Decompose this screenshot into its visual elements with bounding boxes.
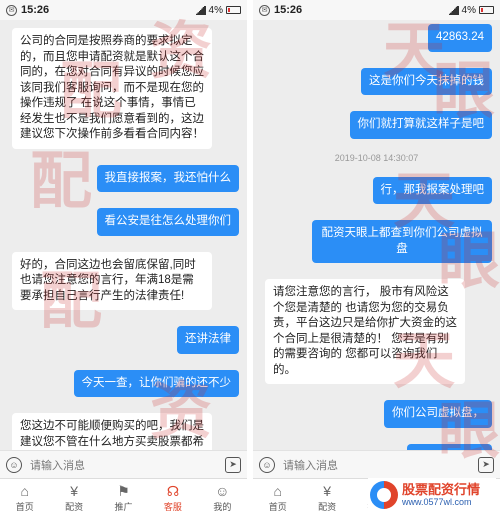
tab-label: 配资	[318, 501, 337, 512]
home-icon: ⌂	[273, 482, 282, 499]
chat-area[interactable]: 公司的合同是按照券商的要求拟定的，而且您申请配资就是默认这个合同的，在您对合同有…	[0, 20, 247, 450]
logo-url: www.0577wl.com	[402, 497, 472, 507]
input-bar: ☺ 请输入消息 ➤	[253, 450, 500, 478]
message-timestamp: 2019-10-08 14:30:07	[334, 152, 419, 163]
message-input[interactable]: 请输入消息	[30, 457, 217, 473]
emoji-icon[interactable]: ☺	[259, 456, 275, 473]
sent-message-bubble[interactable]: 我直接报案，我还怕什么	[96, 164, 239, 192]
sent-message-bubble[interactable]: 你们公司虚拟盘，	[384, 400, 492, 428]
send-icon[interactable]: ➤	[478, 456, 494, 473]
status-bar: ✉ 15:26 4%	[253, 0, 500, 20]
tab-label: 首页	[268, 501, 287, 512]
received-message-bubble[interactable]: 公司的合同是按照券商的要求拟定的，而且您申请配资就是默认这个合同的，在您对合同有…	[12, 28, 212, 149]
status-right: 4%	[446, 4, 494, 16]
money-icon: ¥	[70, 482, 78, 499]
tab-money[interactable]: ¥ 配资	[49, 479, 98, 516]
sent-message-bubble[interactable]: 这是你们今天抹掉的钱	[361, 67, 492, 95]
received-message-bubble[interactable]: 您这边不可能顺便购买的吧，我们是建议您不管在什么地方买卖股票都希望您可以看下相应…	[12, 413, 212, 450]
tab-headset[interactable]: ☊ 客服	[148, 479, 197, 516]
tab-promo[interactable]: ⚑ 推广	[99, 479, 148, 516]
input-bar: ☺ 请输入消息 ➤	[0, 450, 247, 478]
status-time: 15:26	[274, 4, 303, 16]
tab-label: 首页	[15, 501, 34, 512]
status-time: 15:26	[21, 4, 50, 16]
tab-user[interactable]: ☺ 我的	[198, 479, 247, 516]
battery-icon	[226, 6, 241, 14]
send-icon[interactable]: ➤	[225, 456, 241, 473]
tab-home[interactable]: ⌂ 首页	[0, 479, 49, 516]
message-input[interactable]: 请输入消息	[283, 457, 470, 473]
money-icon: ¥	[323, 482, 331, 499]
status-bar: ✉ 15:26 4%	[0, 0, 247, 20]
emoji-icon[interactable]: ☺	[6, 456, 22, 473]
site-logo: 股票配资行情 www.0577wl.com	[368, 478, 496, 512]
chat-area[interactable]: 42863.24 这是你们今天抹掉的钱你们就打算就这样子是吧 2019-10-08 …	[253, 20, 500, 450]
promo-icon: ⚑	[117, 482, 130, 499]
sent-message-bubble[interactable]: 今天一查，让你们骗的还不少	[73, 369, 239, 397]
sent-message-bubble[interactable]: 配资天眼上都查到你们公司虚拟盘	[312, 220, 492, 263]
battery-icon	[479, 6, 494, 14]
page: ✉ 15:26 4% 公司的合同是按照券商的要求拟定的，而且您申请配资就是默认这…	[0, 0, 500, 516]
tab-money[interactable]: ¥ 配资	[302, 479, 351, 516]
signal-icon	[446, 5, 459, 15]
tab-label: 推广	[114, 501, 133, 512]
user-icon: ☺	[215, 482, 230, 499]
logo-title: 股票配资行情	[402, 482, 481, 497]
signal-icon	[193, 5, 206, 15]
tab-label: 配资	[65, 501, 84, 512]
home-icon: ⌂	[20, 482, 29, 499]
tab-home[interactable]: ⌂ 首页	[253, 479, 302, 516]
sent-message-bubble[interactable]: 行，那我报案处理吧	[372, 176, 492, 204]
right-phone-screen: ✉ 15:26 4% 42863.24 这是你们今天抹掉的钱你们就打算就这样子是吧…	[253, 0, 500, 516]
sent-message-bubble[interactable]: 42863.24	[428, 24, 492, 52]
sent-message-bubble[interactable]: 看公安是往怎么处理你们	[96, 208, 239, 236]
bottom-tab-bar: ⌂ 首页 ¥ 配资 ⚑ 推广 ☊ 客服 ☺ 我的	[0, 478, 247, 516]
headset-icon: ☊	[166, 482, 180, 499]
sent-message-bubble[interactable]: 还讲法律	[177, 326, 239, 354]
notification-icon: ✉	[6, 4, 17, 16]
received-message-bubble[interactable]: 请您注意您的言行， 股市有风险这个您是清楚的 也请您为您的交易负责，平台这边只是…	[265, 279, 465, 384]
tab-label: 客服	[163, 501, 182, 512]
battery-text: 4%	[461, 4, 476, 16]
received-message-bubble[interactable]: 好的，合同这边也会留底保留,同时也请您注意您的言行，年满18是需要承担自己言行产…	[12, 251, 212, 310]
notification-icon: ✉	[259, 4, 270, 16]
tab-label: 我的	[213, 501, 232, 512]
sent-message-bubble[interactable]: 你们就打算就这样子是吧	[349, 111, 492, 139]
status-right: 4%	[193, 4, 241, 16]
logo-mark-icon	[370, 481, 398, 509]
left-phone-screen: ✉ 15:26 4% 公司的合同是按照券商的要求拟定的，而且您申请配资就是默认这…	[0, 0, 247, 516]
battery-text: 4%	[208, 4, 223, 16]
